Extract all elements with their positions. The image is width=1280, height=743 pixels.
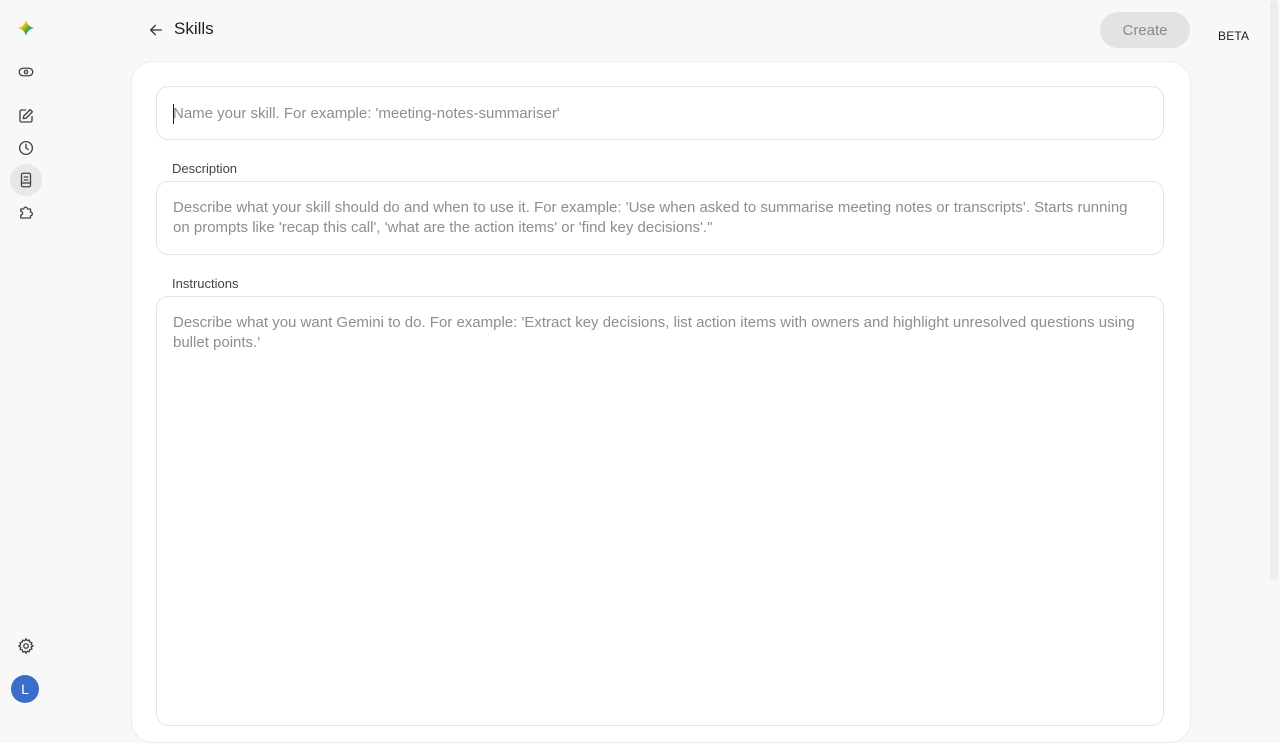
extensions-button[interactable]	[10, 196, 42, 228]
toggle-icon	[18, 67, 34, 77]
skills-nav-button[interactable]	[10, 164, 42, 196]
side-rail: L	[0, 0, 52, 720]
description-field	[156, 181, 1164, 255]
extensions-icon	[20, 206, 34, 219]
settings-icon	[17, 637, 35, 655]
instructions-input[interactable]	[157, 297, 1163, 725]
create-button[interactable]: Create	[1100, 12, 1190, 48]
history-icon	[18, 140, 34, 156]
gemini-spark-icon	[17, 19, 35, 37]
gemini-logo-button[interactable]	[10, 12, 42, 44]
arrow-left-icon	[150, 24, 162, 36]
new-chat-icon	[19, 108, 34, 123]
instructions-field	[156, 296, 1164, 726]
rail-toggle-button[interactable]	[10, 56, 42, 88]
description-label: Description	[172, 161, 238, 176]
avatar[interactable]: L	[11, 675, 39, 703]
settings-button[interactable]	[10, 630, 42, 662]
text-caret	[173, 104, 174, 124]
page-scrollbar[interactable]	[1270, 0, 1278, 580]
skills-icon	[20, 172, 32, 188]
skill-name-field	[156, 86, 1164, 140]
new-chat-button[interactable]	[10, 100, 42, 132]
beta-badge: BETA	[1218, 29, 1250, 43]
history-button[interactable]	[10, 132, 42, 164]
page-title: Skills	[174, 19, 214, 38]
back-button[interactable]	[142, 16, 170, 44]
instructions-label: Instructions	[172, 276, 239, 291]
skill-name-input[interactable]	[157, 87, 1163, 139]
skill-form-card: Description Instructions	[131, 61, 1191, 743]
description-input[interactable]	[157, 182, 1163, 254]
